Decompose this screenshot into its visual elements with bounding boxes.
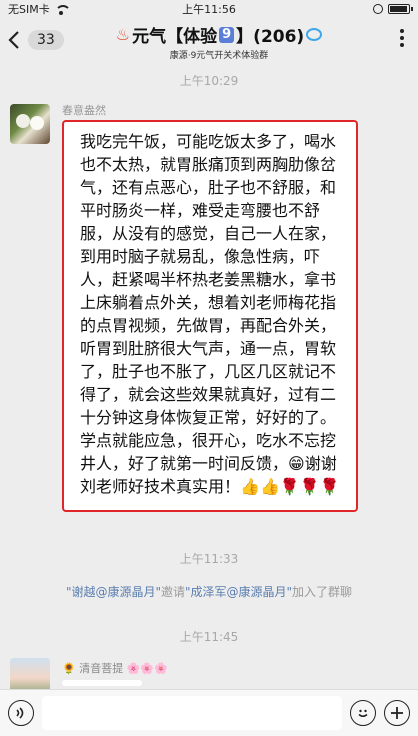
grin-emoji: 😁 xyxy=(288,454,305,473)
status-bar: 无SIM卡 上午11:56 xyxy=(0,0,418,18)
wifi-icon xyxy=(54,4,71,15)
carrier-label: 无SIM卡 xyxy=(8,3,50,16)
plus-button[interactable] xyxy=(384,700,410,726)
system-verb: 邀请 xyxy=(160,585,185,599)
chevron-left-icon xyxy=(8,31,19,49)
message-bubble[interactable]: 我吃完午饭，可能吃饭太多了，喝水也不太热，就胃胀痛顶到两胸肋像岔气，还有点恶心，… xyxy=(62,120,358,512)
system-tail: 加入了群聊 xyxy=(292,585,353,599)
chat-bubble-icon xyxy=(306,28,323,41)
chat-area[interactable]: 上午10:29 春意盎然 我吃完午饭，可能吃饭太多了，喝水也不太热，就胃胀痛顶到… xyxy=(0,62,418,689)
plus-icon xyxy=(391,707,403,719)
timestamp: 上午11:33 xyxy=(179,552,239,566)
chat-title: ♨ 元气【体验 9 】(206) xyxy=(80,22,358,47)
sender-name-text: 清音菩提 xyxy=(79,662,124,675)
message-input[interactable] xyxy=(42,696,342,730)
timestamp: 上午10:29 xyxy=(179,74,239,88)
title-prefix: 元气【体验 xyxy=(132,27,218,47)
system-message: "谢越@康源晶月"邀请"成泽军@康源晶月"加入了群聊 xyxy=(10,584,408,600)
sunflower-emoji: 🌻 xyxy=(62,662,76,675)
chat-subtitle: 康源·9元气开关术体验群 xyxy=(169,51,269,61)
timestamp: 上午11:45 xyxy=(179,630,239,644)
message-bubble[interactable] xyxy=(62,680,142,686)
chat-title-area[interactable]: ♨ 元气【体验 9 】(206) 康源·9元气开关术体验群 xyxy=(80,22,358,61)
voice-button[interactable] xyxy=(8,700,34,726)
title-badge: 9 xyxy=(219,26,235,43)
battery-icon xyxy=(388,4,413,14)
more-options-button[interactable] xyxy=(400,29,404,47)
avatar[interactable] xyxy=(10,658,50,689)
emoji-button[interactable] xyxy=(350,700,376,726)
dot-icon xyxy=(400,36,404,40)
back-button[interactable] xyxy=(0,18,28,62)
sender-name: 🌻 清音菩提 🌸🌸🌸 xyxy=(62,660,168,676)
sender-name: 春意盎然 xyxy=(62,104,106,117)
voice-icon xyxy=(16,707,24,719)
chat-header: 33 ♨ 元气【体验 9 】(206) 康源·9元气开关术体验群 xyxy=(0,18,418,62)
title-suffix: 】(206) xyxy=(236,27,305,47)
hot-spring-icon: ♨ xyxy=(115,25,131,44)
input-bar xyxy=(0,689,418,736)
unread-count-badge[interactable]: 33 xyxy=(28,30,64,50)
message-text: 我吃完午饭，可能吃饭太多了，喝水也不太热，就胃胀痛顶到两胸肋像岔气，还有点恶心，… xyxy=(80,132,337,473)
status-time: 上午11:56 xyxy=(182,3,236,16)
dot-icon xyxy=(400,29,404,33)
avatar[interactable] xyxy=(10,104,50,144)
inviter-name[interactable]: "谢越@康源晶月" xyxy=(66,585,161,599)
thumbs-rose-emoji: 👍👍🌹🌹🌹 xyxy=(240,477,340,496)
blossom-emoji: 🌸🌸🌸 xyxy=(126,662,168,675)
dot-icon xyxy=(400,43,404,47)
location-icon xyxy=(373,4,383,14)
emoji-icon xyxy=(358,709,368,717)
invitee-name[interactable]: "成泽军@康源晶月" xyxy=(185,585,292,599)
